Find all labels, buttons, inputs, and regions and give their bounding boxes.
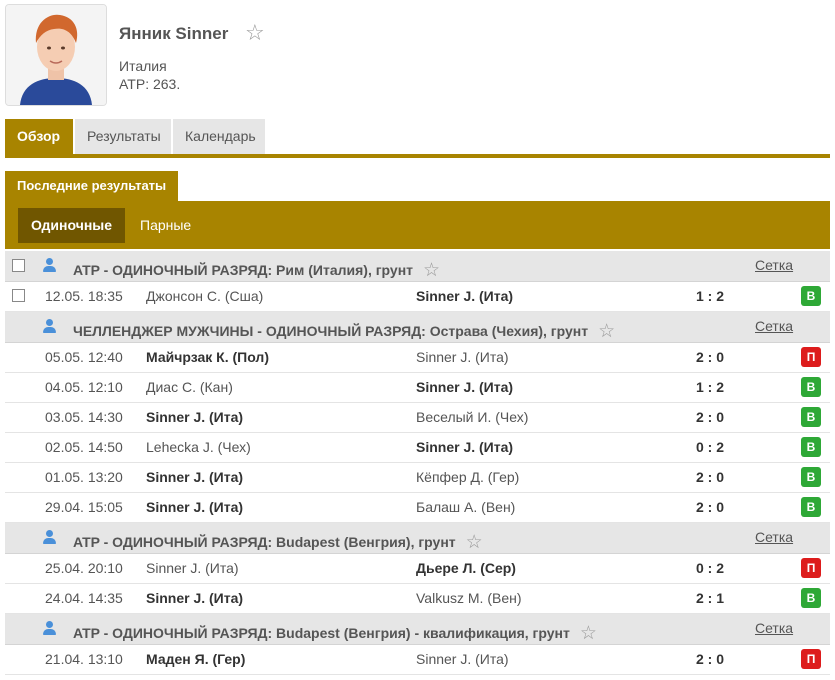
match-score: 0 : 2 — [696, 439, 725, 455]
match-score: 2 : 0 — [696, 469, 725, 485]
match-row[interactable]: 01.05. 13:20 Sinner J. (Ита) Кёпфер Д. (Ге… — [5, 463, 830, 493]
draw-link[interactable]: Сетка — [755, 257, 793, 273]
result-badge: В — [801, 286, 821, 306]
result-badge: В — [801, 588, 821, 608]
away-player: Sinner J. (Ита) — [416, 379, 514, 395]
section-title: Последние результаты — [5, 171, 179, 201]
select-checkbox[interactable] — [12, 259, 25, 272]
star-icon[interactable]: ☆ — [466, 532, 483, 553]
match-score: 1 : 2 — [696, 379, 725, 395]
main-tabs: Обзор Результаты Календарь — [5, 119, 830, 155]
player-name: Янник Sinner — [119, 24, 229, 43]
result-badge: В — [801, 467, 821, 487]
match-score: 2 : 0 — [696, 349, 725, 365]
tournament-header: ATP - ОДИНОЧНЫЙ РАЗРЯД: Budapest (Венгри… — [5, 523, 830, 554]
result-badge: П — [801, 558, 821, 578]
match-row[interactable]: 03.05. 14:30 Sinner J. (Ита) Веселый И. (Ч… — [5, 403, 830, 433]
tab-overview[interactable]: Обзор — [5, 119, 73, 154]
person-icon — [42, 318, 57, 335]
match-row[interactable]: 29.04. 15:05 Sinner J. (Ита) Балаш А. (Вен… — [5, 493, 830, 523]
player-photo — [5, 4, 107, 106]
tab-calendar[interactable]: Календарь — [173, 119, 265, 154]
match-row[interactable]: 24.04. 14:35 Sinner J. (Ита) Valkusz M. (В… — [5, 584, 830, 614]
player-photo-image — [6, 5, 106, 105]
away-player: Веселый И. (Чех) — [416, 409, 529, 425]
match-time: 24.04. 14:35 — [45, 590, 123, 606]
star-icon[interactable]: ☆ — [580, 623, 597, 644]
tournament-title[interactable]: ATP - ОДИНОЧНЫЙ РАЗРЯД: Budapest (Венгри… — [73, 621, 597, 644]
match-row[interactable]: 02.05. 14:50 Lehecka J. (Чех) Sinner J. (И… — [5, 433, 830, 463]
results-table: ATP - ОДИНОЧНЫЙ РАЗРЯД: Рим (Италия), гр… — [5, 251, 830, 675]
away-player: Кёпфер Д. (Гер) — [416, 469, 520, 485]
match-score: 1 : 2 — [696, 288, 725, 304]
match-time: 21.04. 13:10 — [45, 651, 123, 667]
away-player: Sinner J. (Ита) — [416, 651, 509, 667]
select-checkbox[interactable] — [12, 289, 25, 302]
home-player: Диас С. (Кан) — [146, 379, 233, 395]
result-badge: В — [801, 437, 821, 457]
away-player: Sinner J. (Ита) — [416, 288, 514, 304]
home-player: Джонсон С. (Сша) — [146, 288, 264, 304]
away-player: Балаш А. (Вен) — [416, 499, 516, 515]
away-player: Sinner J. (Ита) — [416, 439, 514, 455]
tournament-title[interactable]: ATP - ОДИНОЧНЫЙ РАЗРЯД: Рим (Италия), гр… — [73, 258, 440, 281]
match-type-bar: Одиночные Парные — [5, 201, 830, 249]
player-rank: ATP: 263. — [119, 76, 181, 92]
match-score: 0 : 2 — [696, 560, 725, 576]
match-time: 29.04. 15:05 — [45, 499, 123, 515]
match-time: 05.05. 12:40 — [45, 349, 123, 365]
match-row[interactable]: 21.04. 13:10 Маден Я. (Гер) Sinner J. (Ита… — [5, 645, 830, 675]
match-score: 2 : 0 — [696, 651, 725, 667]
match-row[interactable]: 04.05. 12:10 Диас С. (Кан) Sinner J. (Ита)… — [5, 373, 830, 403]
result-badge: П — [801, 649, 821, 669]
away-player: Дьере Л. (Сер) — [416, 560, 516, 576]
match-time: 12.05. 18:35 — [45, 288, 123, 304]
result-badge: П — [801, 347, 821, 367]
away-player: Sinner J. (Ита) — [416, 349, 509, 365]
away-player: Valkusz M. (Вен) — [416, 590, 522, 606]
match-time: 25.04. 20:10 — [45, 560, 123, 576]
match-time: 04.05. 12:10 — [45, 379, 123, 395]
person-icon — [42, 257, 57, 274]
draw-link[interactable]: Сетка — [755, 318, 793, 334]
match-time: 01.05. 13:20 — [45, 469, 123, 485]
home-player: Sinner J. (Ита) — [146, 560, 239, 576]
tournament-header: ATP - ОДИНОЧНЫЙ РАЗРЯД: Рим (Италия), гр… — [5, 251, 830, 282]
match-time: 03.05. 14:30 — [45, 409, 123, 425]
home-player: Sinner J. (Ита) — [146, 469, 244, 485]
tournament-title[interactable]: ATP - ОДИНОЧНЫЙ РАЗРЯД: Budapest (Венгри… — [73, 530, 483, 553]
match-score: 2 : 0 — [696, 409, 725, 425]
home-player: Sinner J. (Ита) — [146, 499, 244, 515]
subtab-doubles[interactable]: Парные — [127, 208, 204, 243]
result-badge: В — [801, 377, 821, 397]
star-icon[interactable]: ☆ — [598, 321, 615, 342]
tournament-header: ATP - ОДИНОЧНЫЙ РАЗРЯД: Budapest (Венгри… — [5, 614, 830, 645]
result-badge: В — [801, 407, 821, 427]
home-player: Майчрзак К. (Пол) — [146, 349, 269, 365]
person-icon — [42, 620, 57, 637]
subtab-singles[interactable]: Одиночные — [18, 208, 126, 243]
tournament-header: ЧЕЛЛЕНДЖЕР МУЖЧИНЫ - ОДИНОЧНЫЙ РАЗРЯД: О… — [5, 312, 830, 343]
draw-link[interactable]: Сетка — [755, 529, 793, 545]
tournament-title[interactable]: ЧЕЛЛЕНДЖЕР МУЖЧИНЫ - ОДИНОЧНЫЙ РАЗРЯД: О… — [73, 319, 615, 342]
match-row[interactable]: 12.05. 18:35 Джонсон С. (Сша) Sinner J. (И… — [5, 282, 830, 312]
match-row[interactable]: 25.04. 20:10 Sinner J. (Ита) Дьере Л. (Сер… — [5, 554, 830, 584]
match-score: 2 : 1 — [696, 590, 725, 606]
player-header: Янник Sinner ☆ Италия ATP: 263. — [5, 4, 830, 108]
result-badge: В — [801, 497, 821, 517]
match-row[interactable]: 05.05. 12:40 Майчрзак К. (Пол) Sinner J. (… — [5, 343, 830, 373]
draw-link[interactable]: Сетка — [755, 620, 793, 636]
player-country: Италия — [119, 58, 167, 74]
match-score: 2 : 0 — [696, 499, 725, 515]
tab-results[interactable]: Результаты — [75, 119, 171, 154]
home-player: Lehecka J. (Чех) — [146, 439, 251, 455]
person-icon — [42, 529, 57, 546]
home-player: Маден Я. (Гер) — [146, 651, 246, 667]
match-time: 02.05. 14:50 — [45, 439, 123, 455]
home-player: Sinner J. (Ита) — [146, 590, 244, 606]
tabs-underline — [5, 154, 830, 158]
favorite-star-icon[interactable]: ☆ — [245, 20, 265, 46]
home-player: Sinner J. (Ита) — [146, 409, 244, 425]
star-icon[interactable]: ☆ — [423, 260, 440, 281]
